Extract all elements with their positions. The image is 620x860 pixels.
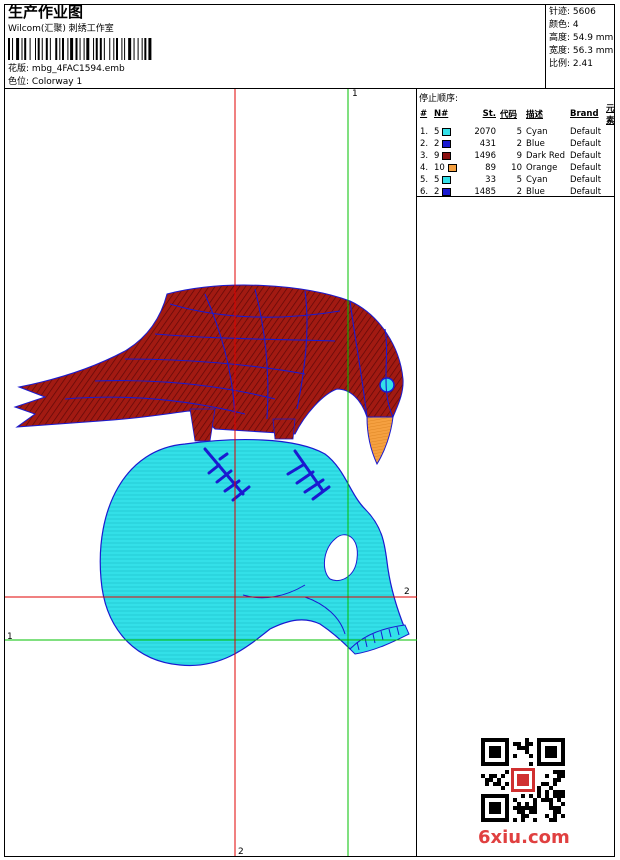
row-index: 4. xyxy=(420,163,429,173)
needle-number: 9 xyxy=(434,151,440,161)
row-index: 2. xyxy=(420,139,429,149)
table-row: 5. 5 33 5 Cyan Default xyxy=(418,174,620,186)
row-element xyxy=(604,174,620,186)
row-needle: 2 xyxy=(432,186,470,198)
row-brand: Default xyxy=(570,175,602,185)
row-index: 3. xyxy=(420,151,429,161)
design-row: 花版: mbg_4FAC1594.emb xyxy=(8,65,125,74)
col-needle: N# xyxy=(434,109,449,119)
company-name: Wilcom(汇聚) 刺绣工作室 xyxy=(8,24,114,34)
design-label: 花版: xyxy=(8,64,30,74)
row-stitches: 431 xyxy=(479,139,496,149)
row-element xyxy=(604,138,620,150)
table-row: 1. 5 2070 5 Cyan Default xyxy=(418,126,620,138)
raven-embroidery xyxy=(13,284,404,466)
red-horizontal-axis-label: 2 xyxy=(404,587,410,597)
table-row: 4. 10 89 10 Orange Default xyxy=(418,162,620,174)
stop-sequence-table: # N# St. 代码 描述 Brand 元素 1. 5 2070 5 Cyan Def… xyxy=(418,102,620,198)
color-swatch xyxy=(442,127,452,136)
color-swatch xyxy=(442,187,452,196)
row-needle: 10 xyxy=(432,162,470,174)
row-code: 5 xyxy=(516,175,522,185)
row-description: Orange xyxy=(526,163,558,173)
color-swatch xyxy=(447,163,457,172)
colorway-label: 色位: xyxy=(8,77,30,87)
design-ratio: 比例: 2.41 xyxy=(549,59,593,69)
barcode-image xyxy=(8,38,152,60)
color-swatch xyxy=(442,151,452,160)
row-brand: Default xyxy=(570,151,602,161)
col-element: 元素 xyxy=(606,104,615,126)
stitch-count: 针迹: 5606 xyxy=(549,7,596,17)
row-stitches: 2070 xyxy=(474,127,496,137)
col-description: 描述 xyxy=(526,110,544,120)
row-description: Cyan xyxy=(526,175,548,185)
row-description: Cyan xyxy=(526,127,548,137)
red-vertical-axis-label: 2 xyxy=(238,847,244,857)
color-swatch xyxy=(442,139,452,148)
design-width: 宽度: 56.3 mm xyxy=(549,46,614,56)
row-needle: 5 xyxy=(432,174,470,186)
colorway-row: 色位: Colorway 1 xyxy=(8,78,82,87)
row-element xyxy=(604,162,620,174)
row-needle: 5 xyxy=(432,126,470,138)
row-description: Dark Red xyxy=(526,151,566,161)
needle-number: 5 xyxy=(434,127,440,137)
table-header-row: # N# St. 代码 描述 Brand 元素 xyxy=(418,102,620,126)
row-index: 1. xyxy=(420,127,429,137)
col-brand: Brand xyxy=(570,109,599,119)
green-vertical-axis-label: 1 xyxy=(352,89,358,99)
row-element xyxy=(604,186,620,198)
color-swatch xyxy=(442,175,452,184)
color-count: 颜色: 4 xyxy=(549,20,579,30)
row-brand: Default xyxy=(570,187,602,197)
row-index: 6. xyxy=(420,187,429,197)
needle-number: 2 xyxy=(434,139,440,149)
col-code: 代码 xyxy=(500,110,518,120)
design-height: 高度: 54.9 mm xyxy=(549,33,614,43)
page-title: 生产作业图 xyxy=(8,3,84,21)
row-element xyxy=(604,126,620,138)
table-row: 6. 2 1485 2 Blue Default xyxy=(418,186,620,198)
row-code: 2 xyxy=(516,187,522,197)
row-description: Blue xyxy=(526,187,545,197)
row-stitches: 33 xyxy=(485,175,496,185)
col-index: # xyxy=(420,109,428,119)
row-brand: Default xyxy=(570,127,602,137)
row-code: 2 xyxy=(516,139,522,149)
row-brand: Default xyxy=(570,163,602,173)
green-horizontal-axis-label: 1 xyxy=(7,632,13,642)
row-stitches: 1496 xyxy=(474,151,496,161)
row-stitches: 89 xyxy=(485,163,496,173)
design-stats: 针迹: 5606 颜色: 4 高度: 54.9 mm 宽度: 56.3 mm 比… xyxy=(549,6,613,71)
row-brand: Default xyxy=(570,139,602,149)
table-row: 2. 2 431 2 Blue Default xyxy=(418,138,620,150)
table-row: 3. 9 1496 9 Dark Red Default xyxy=(418,150,620,162)
row-needle: 9 xyxy=(432,150,470,162)
row-code: 5 xyxy=(516,127,522,137)
row-code: 10 xyxy=(511,163,522,173)
needle-number: 10 xyxy=(434,163,445,173)
skull-embroidery xyxy=(99,438,410,667)
row-code: 9 xyxy=(516,151,522,161)
colorway-value: Colorway 1 xyxy=(31,77,83,87)
col-stitches: St. xyxy=(482,109,496,119)
design-filename: mbg_4FAC1594.emb xyxy=(31,64,125,74)
row-description: Blue xyxy=(526,139,545,149)
row-stitches: 1485 xyxy=(474,187,496,197)
row-index: 5. xyxy=(420,175,429,185)
watermark-logo: 6xiu.com xyxy=(478,827,570,848)
row-element xyxy=(604,150,620,162)
design-canvas xyxy=(5,89,417,856)
stats-divider xyxy=(545,4,546,88)
row-needle: 2 xyxy=(432,138,470,150)
needle-number: 2 xyxy=(434,187,440,197)
qr-code-image xyxy=(481,738,565,822)
needle-number: 5 xyxy=(434,175,440,185)
